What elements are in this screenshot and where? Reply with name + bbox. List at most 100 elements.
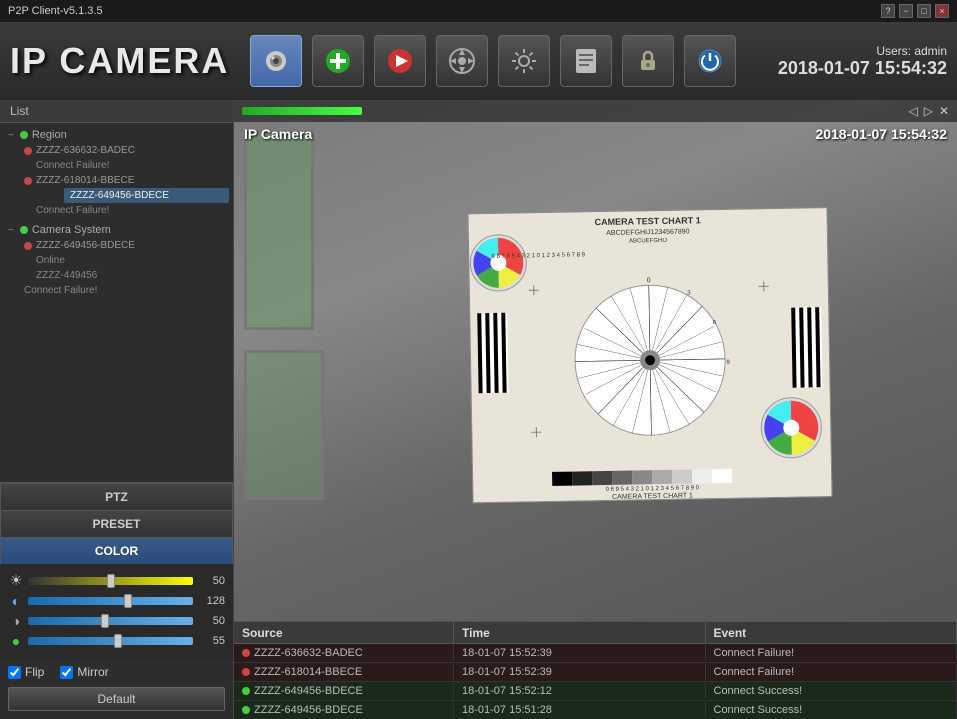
hue-row: ● 55: [8, 633, 225, 649]
event-dot: [242, 687, 250, 695]
event-dot: [242, 668, 250, 676]
col-source: Source: [234, 622, 454, 643]
event-source: ZZZZ-649456-BDECE: [234, 683, 454, 699]
camera-button[interactable]: [250, 35, 302, 87]
event-row[interactable]: ZZZZ-649456-BDECE 18-01-07 15:52:12 Conn…: [234, 682, 957, 701]
hue-value: 55: [197, 635, 225, 647]
flip-checkbox-label[interactable]: Flip: [8, 665, 44, 679]
window-bottom: [244, 350, 324, 500]
list-label: List: [10, 104, 29, 118]
tree-item[interactable]: Connect Failure!: [20, 283, 229, 298]
sidebar: List − Region ZZZZ-636632-BADEC Connect …: [0, 100, 234, 719]
svg-text:CAMERA TEST CHART 1: CAMERA TEST CHART 1: [594, 215, 700, 227]
tree-item[interactable]: ZZZZ-649456-BDECE: [20, 238, 229, 253]
cam-ctrl-3[interactable]: ✕: [939, 104, 949, 118]
hue-slider[interactable]: [28, 637, 193, 645]
event-source: ZZZZ-649456-BDECE: [234, 702, 454, 718]
collapse-icon: −: [8, 225, 14, 236]
tree-item[interactable]: Connect Failure!: [32, 158, 229, 173]
sidebar-bottom: PTZ PRESET COLOR ☀ 50 ◐: [0, 482, 233, 719]
tree-label: Connect Failure!: [36, 205, 109, 216]
tree-label: ZZZZ-449456: [36, 270, 97, 281]
status-dot: [24, 177, 32, 185]
close-button[interactable]: ×: [935, 4, 949, 18]
tree-item[interactable]: − Region: [4, 127, 229, 143]
saturation-row: ◑ 50: [8, 613, 225, 629]
play-button[interactable]: [374, 35, 426, 87]
camera-view: ◁ ▷ ✕ IP Camera 2018-01-07 15:54:32: [234, 100, 957, 621]
event-row[interactable]: ZZZZ-618014-BBECE 18-01-07 15:52:39 Conn…: [234, 663, 957, 682]
event-time: 18-01-07 15:52:39: [454, 664, 706, 680]
contrast-row: ◐ 128: [8, 593, 225, 609]
events-body: ZZZZ-636632-BADEC 18-01-07 15:52:39 Conn…: [234, 644, 957, 719]
brightness-value: 50: [197, 575, 225, 587]
cam-ctrl-1[interactable]: ◁: [908, 104, 917, 118]
camera-test-chart: CAMERA TEST CHART 1 ABCDEFGHIJ1234567890…: [467, 207, 832, 503]
tree-item[interactable]: ZZZZ-449456: [32, 268, 229, 283]
power-button[interactable]: [684, 35, 736, 87]
col-event: Event: [706, 622, 957, 643]
camera-feed[interactable]: CAMERA TEST CHART 1 ABCDEFGHIJ1234567890…: [234, 100, 957, 621]
camera-timestamp: 2018-01-07 15:54:32: [815, 126, 947, 142]
datetime-display: 2018-01-07 15:54:32: [778, 58, 947, 79]
add-button[interactable]: [312, 35, 364, 87]
event-dot: [242, 649, 250, 657]
users-label: Users: admin: [778, 44, 947, 58]
lock-icon: [634, 47, 662, 75]
minimize-button[interactable]: −: [899, 4, 913, 18]
cam-ctrl-2[interactable]: ▷: [924, 104, 933, 118]
hue-icon: ●: [8, 633, 24, 649]
list-header: List: [0, 100, 233, 123]
collapse-icon: −: [8, 130, 14, 141]
tree-label: ZZZZ-618014-BBECE: [36, 175, 134, 186]
default-button[interactable]: Default: [8, 687, 225, 711]
svg-text:ABCUEFGHIJ: ABCUEFGHIJ: [628, 237, 666, 244]
flip-checkbox[interactable]: [8, 666, 21, 679]
tree-label: Connect Failure!: [24, 285, 97, 296]
event-source: ZZZZ-636632-BADEC: [234, 645, 454, 661]
tree-label: Connect Failure!: [36, 160, 109, 171]
flip-label: Flip: [25, 665, 44, 679]
svg-text:0: 0: [646, 277, 650, 284]
camera-topbar: ◁ ▷ ✕: [234, 100, 957, 122]
tree-label: Region: [32, 129, 67, 141]
tree-item[interactable]: − Camera System: [4, 222, 229, 238]
tree-item[interactable]: ZZZZ-636632-BADEC: [20, 143, 229, 158]
ptz-button[interactable]: [436, 35, 488, 87]
window-left: [244, 130, 314, 330]
lock-button[interactable]: [622, 35, 674, 87]
camera-controls: ◁ ▷ ✕: [908, 104, 949, 118]
tree-item[interactable]: ZZZZ-618014-BBECE: [20, 173, 229, 188]
event-message: Connect Failure!: [706, 664, 957, 680]
svg-text:0 6 9 5 4 3 2 1 0 1 2 3 4 5 6: 0 6 9 5 4 3 2 1 0 1 2 3 4 5 6 7 8 9 0: [605, 485, 699, 493]
tree-item[interactable]: Online: [32, 253, 229, 268]
help-button[interactable]: ?: [881, 4, 895, 18]
event-row[interactable]: ZZZZ-636632-BADEC 18-01-07 15:52:39 Conn…: [234, 644, 957, 663]
camera-icon: [261, 46, 291, 76]
saturation-slider[interactable]: [28, 617, 193, 625]
add-icon: [324, 47, 352, 75]
files-icon: [572, 47, 600, 75]
app-title: IP CAMERA: [10, 40, 230, 82]
settings-button[interactable]: [498, 35, 550, 87]
maximize-button[interactable]: □: [917, 4, 931, 18]
saturation-icon: ◑: [8, 613, 24, 629]
tree-item[interactable]: Connect Failure!: [32, 203, 229, 218]
mirror-checkbox[interactable]: [60, 666, 73, 679]
status-dot: [24, 147, 32, 155]
contrast-slider[interactable]: [28, 597, 193, 605]
selected-item[interactable]: ZZZZ-649456-BDECE: [64, 188, 229, 203]
brightness-slider[interactable]: [28, 577, 193, 585]
tree-label: Online: [36, 255, 65, 266]
tab-ptz[interactable]: PTZ: [0, 483, 233, 510]
tree-label: Camera System: [32, 224, 111, 236]
event-row[interactable]: ZZZZ-649456-BDECE 18-01-07 15:51:28 Conn…: [234, 701, 957, 719]
mirror-label: Mirror: [77, 665, 108, 679]
status-dot: [20, 226, 28, 234]
mirror-checkbox-label[interactable]: Mirror: [60, 665, 108, 679]
event-message: Connect Success!: [706, 683, 957, 699]
files-button[interactable]: [560, 35, 612, 87]
tab-preset[interactable]: PRESET: [0, 510, 233, 537]
tab-color[interactable]: COLOR: [0, 537, 233, 564]
header: IP CAMERA: [0, 22, 957, 100]
